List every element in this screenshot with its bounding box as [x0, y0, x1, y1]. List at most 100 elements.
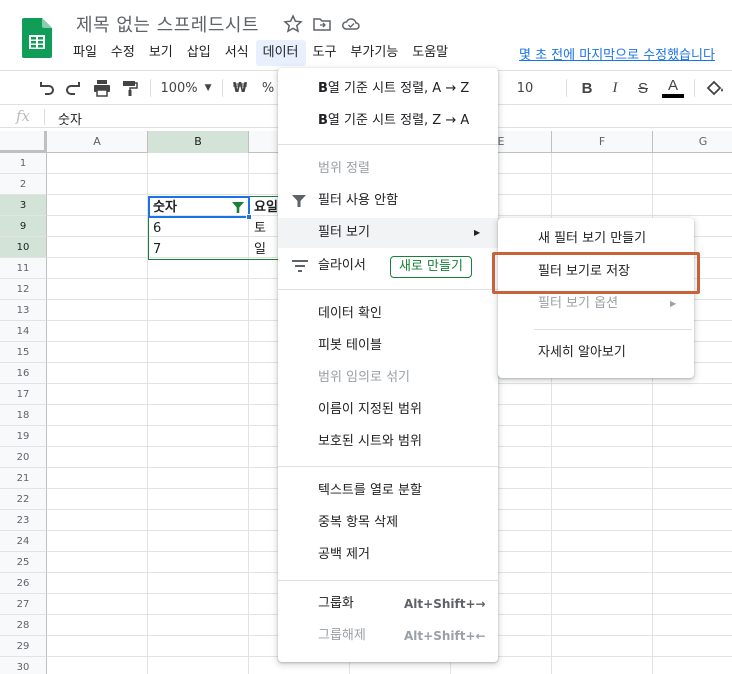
menu-sort-a-z[interactable]: B열 기준 시트 정렬, A → Z: [278, 74, 498, 104]
filter-icon[interactable]: [232, 202, 244, 213]
sort-column-bold: B: [318, 113, 328, 128]
row-header[interactable]: 14: [0, 321, 47, 342]
row-header[interactable]: 9: [0, 216, 47, 237]
menu-sort-z-a[interactable]: B열 기준 시트 정렬, Z → A: [278, 106, 498, 136]
cell-c3[interactable]: 요일: [250, 197, 280, 218]
row-header[interactable]: 24: [0, 531, 47, 552]
column-header-selected[interactable]: B: [148, 131, 249, 153]
menu-insert[interactable]: 삽입: [180, 40, 218, 66]
row-header[interactable]: 1: [0, 153, 47, 174]
sheets-logo-icon[interactable]: [22, 18, 52, 58]
currency-format-button[interactable]: ₩: [232, 77, 248, 99]
row-header[interactable]: 2: [0, 174, 47, 195]
column-header[interactable]: F: [552, 131, 653, 153]
row-header[interactable]: 27: [0, 594, 47, 615]
row-header[interactable]: 21: [0, 468, 47, 489]
menu-format[interactable]: 서식: [218, 40, 256, 66]
paint-format-icon[interactable]: [120, 77, 140, 99]
bold-button[interactable]: B: [578, 77, 596, 99]
menu-range-sort[interactable]: 범위 정렬: [278, 154, 498, 184]
menu-addons[interactable]: 부가기능: [343, 40, 405, 66]
ungroup-label: 그룹해제: [318, 628, 366, 643]
chevron-down-icon: ▼: [204, 83, 212, 93]
row-header[interactable]: 23: [0, 510, 47, 531]
move-to-folder-icon[interactable]: [312, 14, 332, 34]
new-badge-button[interactable]: 새로 만들기: [390, 256, 472, 278]
row-header[interactable]: 18: [0, 405, 47, 426]
strikethrough-button[interactable]: S: [634, 77, 652, 99]
filter-icon: [292, 195, 306, 207]
menu-data-validation[interactable]: 데이터 확인: [278, 299, 498, 329]
slicer-label: 슬라이서: [318, 258, 366, 273]
row-header[interactable]: 11: [0, 258, 47, 279]
row-header[interactable]: 13: [0, 300, 47, 321]
cell-c9[interactable]: 토: [250, 218, 280, 239]
cell-c10[interactable]: 일: [250, 239, 280, 260]
row-header[interactable]: 3: [0, 195, 47, 216]
menu-trim-whitespace[interactable]: 공백 제거: [278, 540, 498, 570]
zoom-value: 100%: [160, 80, 198, 96]
column-header[interactable]: G: [653, 131, 732, 153]
menu-ungroup[interactable]: 그룹해제 Alt+Shift+←: [278, 621, 498, 651]
submenu-create-filter-view[interactable]: 새 필터 보기 만들기: [498, 224, 694, 254]
row-header[interactable]: 26: [0, 573, 47, 594]
submenu-learn-more[interactable]: 자세히 알아보기: [498, 338, 694, 368]
cell-b10[interactable]: 7: [149, 239, 249, 260]
menu-bar: 파일 수정 보기 삽입 서식 데이터 도구 부가기능 도움말: [66, 40, 455, 66]
row-header[interactable]: 29: [0, 636, 47, 657]
row-header[interactable]: 15: [0, 342, 47, 363]
fx-icon: fx: [16, 107, 31, 125]
filter-views-submenu: 새 필터 보기 만들기 필터 보기로 저장 필터 보기 옵션 ▶ 자세히 알아보…: [498, 218, 694, 378]
percent-format-button[interactable]: %: [260, 77, 276, 99]
row-header[interactable]: 10: [0, 237, 47, 258]
cell-b9[interactable]: 6: [149, 218, 249, 239]
menu-filter-views[interactable]: 필터 보기 ▶: [278, 218, 498, 248]
row-header[interactable]: 30: [0, 657, 47, 674]
italic-button[interactable]: I: [606, 77, 624, 99]
text-color-button[interactable]: A: [662, 77, 684, 99]
menu-divider: [534, 329, 692, 330]
filter-off-label: 필터 사용 안함: [318, 193, 399, 208]
row-header[interactable]: 16: [0, 363, 47, 384]
group-shortcut: Alt+Shift+→: [404, 597, 486, 611]
data-menu: B열 기준 시트 정렬, A → Z B열 기준 시트 정렬, Z → A 범위…: [278, 68, 498, 662]
menu-edit[interactable]: 수정: [104, 40, 142, 66]
row-header[interactable]: 19: [0, 426, 47, 447]
last-edit-link[interactable]: 몇 초 전에 마지막으로 수정했습니다: [519, 44, 732, 63]
slicer-icon: [292, 260, 308, 272]
menu-group[interactable]: 그룹화 Alt+Shift+→: [278, 589, 498, 619]
menu-protected-sheets[interactable]: 보호된 시트와 범위: [278, 427, 498, 457]
menu-file[interactable]: 파일: [66, 40, 104, 66]
menu-tools[interactable]: 도구: [306, 40, 344, 66]
row-header[interactable]: 28: [0, 615, 47, 636]
menu-view[interactable]: 보기: [142, 40, 180, 66]
menu-help[interactable]: 도움말: [405, 40, 455, 66]
menu-filter-off[interactable]: 필터 사용 안함: [278, 186, 498, 216]
menu-remove-duplicates[interactable]: 중복 항목 삭제: [278, 508, 498, 538]
row-header[interactable]: 22: [0, 489, 47, 510]
menu-divider: [278, 144, 498, 145]
row-header[interactable]: 25: [0, 552, 47, 573]
menu-pivot-table[interactable]: 피봇 테이블: [278, 331, 498, 361]
undo-icon[interactable]: [36, 77, 56, 99]
column-header[interactable]: A: [47, 131, 148, 153]
filter-views-label: 필터 보기: [318, 225, 370, 240]
menu-split-text[interactable]: 텍스트를 열로 분할: [278, 476, 498, 506]
font-size-select[interactable]: 10: [510, 77, 540, 99]
row-header[interactable]: 12: [0, 279, 47, 300]
zoom-select[interactable]: 100% ▼: [160, 77, 212, 99]
row-header[interactable]: 20: [0, 447, 47, 468]
menu-data[interactable]: 데이터: [255, 40, 306, 66]
menu-randomize-range[interactable]: 범위 임의로 섞기: [278, 363, 498, 393]
menu-named-ranges[interactable]: 이름이 지정된 범위: [278, 395, 498, 425]
fill-color-icon[interactable]: [704, 77, 724, 99]
redo-icon[interactable]: [64, 77, 84, 99]
cloud-status-icon[interactable]: [341, 14, 361, 34]
print-icon[interactable]: [92, 77, 112, 99]
formula-input[interactable]: 숫자: [58, 109, 82, 128]
star-icon[interactable]: [283, 14, 303, 34]
row-header[interactable]: 17: [0, 384, 47, 405]
sort-a-z-label: 열 기준 시트 정렬, A → Z: [327, 81, 470, 96]
select-all-corner[interactable]: [0, 131, 47, 153]
document-title[interactable]: 제목 없는 스프레드시트: [76, 11, 259, 37]
